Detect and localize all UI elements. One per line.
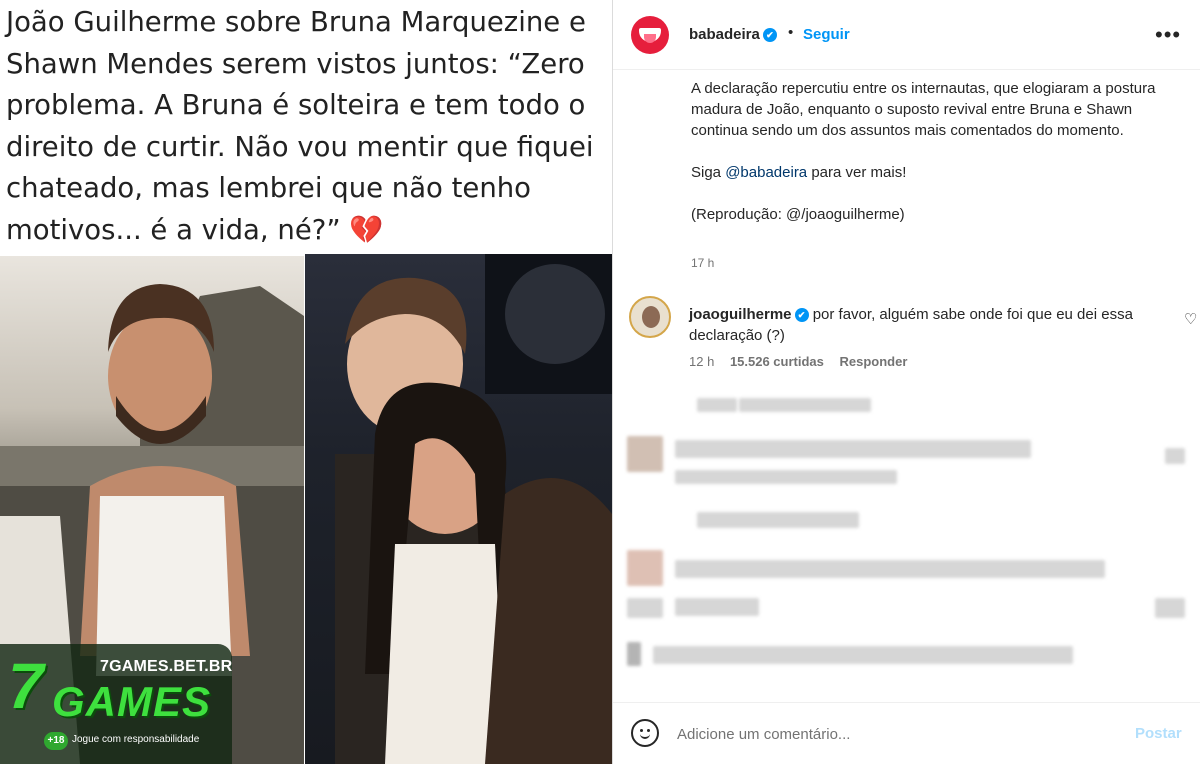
sponsor-logo-word: GAMES: [52, 678, 212, 725]
post-sidebar: babadeira ✔ • Seguir ••• A declaração rep…: [612, 0, 1200, 764]
more-options-icon[interactable]: •••: [1155, 22, 1181, 48]
comment-username[interactable]: joaoguilherme ✔: [689, 306, 809, 323]
blurred-text: [675, 470, 897, 484]
sponsor-badge[interactable]: 7 7GAMES.BET.BR GAMES +18 Jogue com resp…: [0, 644, 232, 764]
blurred-text: [697, 512, 859, 528]
blurred-avatar: [627, 642, 641, 666]
blurred-text: [675, 560, 1105, 578]
caption-credit: (Reprodução: @/joaoguilherme): [691, 206, 905, 223]
avatar-face: [642, 306, 660, 328]
post-comment-button[interactable]: Postar: [1135, 725, 1182, 742]
quote-body: João Guilherme sobre Bruna Marquezine e …: [6, 6, 594, 246]
photo-joao: 7 7GAMES.BET.BR GAMES +18 Jogue com resp…: [0, 256, 304, 764]
comment-likes[interactable]: 15.526 curtidas: [730, 354, 824, 369]
reply-button[interactable]: Responder: [840, 354, 908, 369]
blurred-text: [653, 646, 1073, 664]
header-separator: •: [788, 24, 794, 41]
verified-badge-icon: ✔: [762, 28, 777, 42]
follow-button[interactable]: Seguir: [803, 26, 850, 43]
blurred-avatar: [627, 550, 663, 586]
blurred-icon: [1165, 448, 1185, 464]
photo-bruna-shawn-illustration: [335, 254, 612, 764]
photo-bruna-shawn: [305, 254, 612, 764]
comment-timestamp[interactable]: 12 h: [689, 354, 714, 369]
mention-link[interactable]: @babadeira: [725, 164, 807, 181]
post-header: babadeira ✔ • Seguir •••: [613, 0, 1200, 70]
babadeira-avatar[interactable]: [631, 16, 669, 54]
author-username-label: babadeira: [689, 26, 760, 43]
blurred-icon: [1155, 598, 1185, 618]
blurred-text: [739, 398, 871, 412]
broken-heart-icon: 💔: [349, 213, 384, 246]
logo-tongue-icon: [644, 34, 656, 43]
comment-body: joaoguilherme ✔ por favor, alguém sabe on…: [689, 304, 1159, 346]
sponsor-site: 7GAMES.BET.BR: [100, 658, 233, 675]
blurred-text: [675, 598, 759, 616]
caption-follow-suffix: para ver mais!: [807, 164, 907, 181]
blurred-text: [627, 598, 663, 618]
comment-input[interactable]: [677, 721, 1107, 747]
author-username[interactable]: babadeira ✔: [689, 26, 777, 43]
blurred-text: [675, 440, 1031, 458]
emoji-icon[interactable]: [631, 719, 659, 747]
verified-badge-icon: ✔: [794, 308, 809, 322]
heart-icon[interactable]: ♡: [1184, 310, 1197, 328]
quote-text: João Guilherme sobre Bruna Marquezine e …: [6, 2, 606, 251]
joaoguilherme-avatar[interactable]: [629, 296, 671, 338]
blurred-text: [697, 398, 737, 412]
comment-meta: 12 h 15.526 curtidas Responder: [689, 354, 919, 369]
emoji-smile-shape: [640, 734, 650, 739]
caption-paragraph: A declaração repercutiu entre os interna…: [691, 80, 1156, 139]
sponsor-logo-numeral: 7: [8, 650, 44, 722]
post-timestamp[interactable]: 17 h: [691, 256, 714, 270]
post-caption: A declaração repercutiu entre os interna…: [691, 78, 1171, 246]
age-rating-badge: +18: [44, 732, 68, 750]
post-image[interactable]: João Guilherme sobre Bruna Marquezine e …: [0, 0, 612, 764]
comment-username-label: joaoguilherme: [689, 306, 792, 323]
blurred-avatar: [627, 436, 663, 472]
caption-follow-line: Siga @babadeira para ver mais!: [691, 162, 1171, 183]
sponsor-tagline: Jogue com responsabilidade: [72, 734, 200, 745]
caption-follow-prefix: Siga: [691, 164, 726, 181]
comment-composer: Postar: [613, 702, 1200, 764]
